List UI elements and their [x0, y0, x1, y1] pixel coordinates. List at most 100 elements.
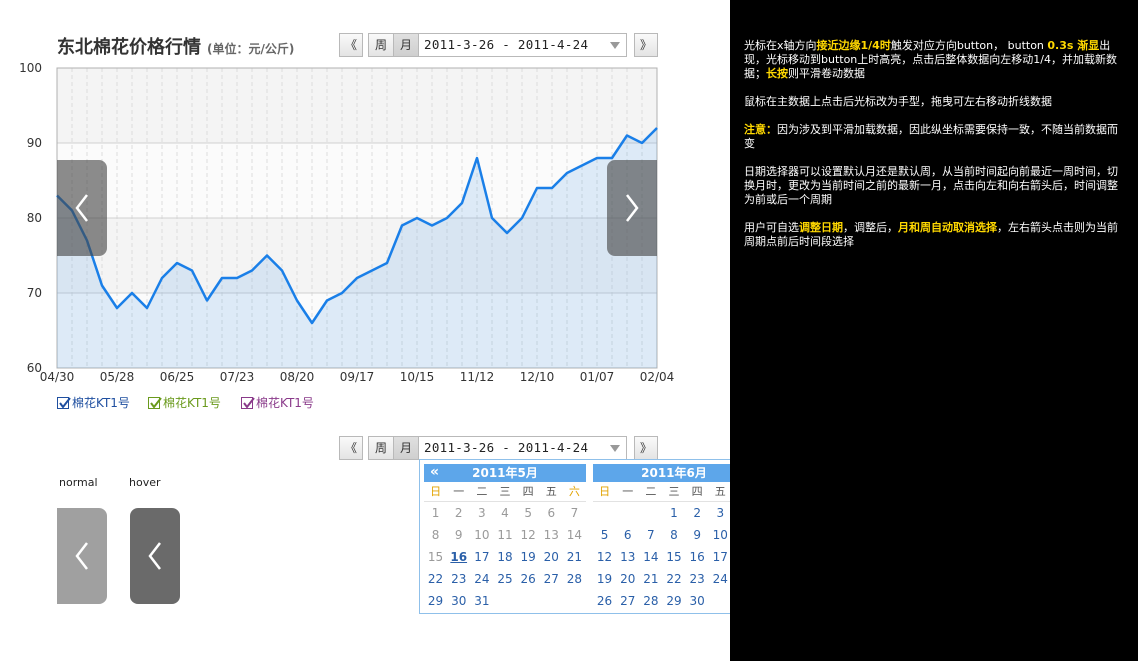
checkbox-icon[interactable] — [241, 397, 255, 409]
weekday-label: 五 — [714, 485, 726, 498]
calendar-day[interactable]: 2 — [686, 502, 709, 524]
calendar-day[interactable]: 2 — [447, 502, 470, 524]
normal-state-button[interactable] — [57, 508, 107, 604]
calendar-day[interactable]: 21 — [639, 568, 662, 590]
calendar-day[interactable]: 31 — [470, 590, 493, 612]
checkbox-icon[interactable] — [148, 397, 162, 409]
calendar-week-row: 29 30 31 — [424, 590, 586, 612]
calendar-day[interactable]: 14 — [639, 546, 662, 568]
calendar-day[interactable]: 1 — [424, 502, 447, 524]
weekday-label: 日 — [599, 485, 611, 498]
scroll-right-button[interactable] — [607, 160, 657, 256]
normal-state-label: normal — [59, 476, 98, 489]
calendar-day[interactable]: 16 — [686, 546, 709, 568]
legend-label: 棉花KT1号 — [163, 396, 221, 410]
calendar-day[interactable]: 11 — [493, 524, 516, 546]
chevron-down-icon — [610, 445, 620, 452]
y-tick-label: 90 — [27, 136, 42, 150]
calendar-day[interactable]: 9 — [447, 524, 470, 546]
calendar-day[interactable]: 14 — [563, 524, 586, 546]
calendar-day[interactable]: 19 — [517, 546, 540, 568]
calendar-day[interactable]: 25 — [493, 568, 516, 590]
legend-label: 棉花KT1号 — [72, 396, 130, 410]
note-2: 鼠标在主数据上点击后光标改为手型，拖曳可左右移动折线数据 — [744, 95, 1052, 108]
note-highlight: 月和周自动取消选择 — [898, 221, 997, 234]
calendar-day[interactable]: 15 — [662, 546, 685, 568]
calendar-day[interactable]: 3 — [470, 502, 493, 524]
calendar-day[interactable]: 5 — [593, 524, 616, 546]
calendar-day[interactable]: 6 — [616, 524, 639, 546]
calendar-day[interactable]: 12 — [593, 546, 616, 568]
note-highlight: 注意： — [744, 123, 777, 136]
calendar-day[interactable]: 6 — [540, 502, 563, 524]
calendar-day[interactable]: 24 — [709, 568, 732, 590]
chevron-left-icon — [75, 542, 88, 570]
calendar-day[interactable]: 26 — [593, 590, 616, 612]
month-toggle-button[interactable]: 月 — [393, 436, 419, 460]
chevron-left-icon — [75, 194, 88, 222]
note-text: 则平滑卷动数据 — [788, 67, 865, 80]
calendar-day[interactable]: 13 — [540, 524, 563, 546]
calendar-day[interactable]: 3 — [709, 502, 732, 524]
calendar-day[interactable]: 7 — [563, 502, 586, 524]
calendar-day[interactable]: 1 — [662, 502, 685, 524]
calendar-day[interactable]: 16 — [447, 546, 470, 568]
calendar-day[interactable]: 26 — [517, 568, 540, 590]
calendar-day[interactable]: 13 — [616, 546, 639, 568]
weekday-label: 六 — [568, 485, 580, 498]
calendar-day[interactable]: 10 — [709, 524, 732, 546]
date-range-select[interactable]: 2011-3-26 - 2011-4-24 — [418, 436, 627, 460]
calendar-day[interactable]: 24 — [470, 568, 493, 590]
calendar-day[interactable]: 17 — [709, 546, 732, 568]
calendar-week-row: 15 16 17 18 19 20 21 — [424, 546, 586, 568]
legend-item-2[interactable]: 棉花KT1号 — [148, 394, 221, 411]
calendar-empty-cell — [563, 590, 586, 612]
calendar-day[interactable]: 20 — [540, 546, 563, 568]
weekday-row: 日一二三四五六 — [424, 482, 586, 502]
calendar-day[interactable]: 17 — [470, 546, 493, 568]
calendar-day[interactable]: 21 — [563, 546, 586, 568]
prev-period-button[interactable]: 《 — [339, 436, 363, 460]
calendar-day[interactable]: 28 — [639, 590, 662, 612]
calendar-day[interactable]: 7 — [639, 524, 662, 546]
calendar-day[interactable]: 27 — [540, 568, 563, 590]
calendar-empty-cell — [593, 502, 616, 524]
calendar-day[interactable]: 28 — [563, 568, 586, 590]
calendar-day[interactable]: 23 — [447, 568, 470, 590]
calendar-day[interactable]: 8 — [424, 524, 447, 546]
calendar-day[interactable]: 10 — [470, 524, 493, 546]
x-tick-label: 05/28 — [100, 370, 135, 384]
calendar-day[interactable]: 27 — [616, 590, 639, 612]
checkbox-icon[interactable] — [57, 397, 71, 409]
calendar-day[interactable]: 19 — [593, 568, 616, 590]
calendar-day[interactable]: 5 — [517, 502, 540, 524]
calendar-day[interactable]: 20 — [616, 568, 639, 590]
scroll-left-button[interactable] — [57, 160, 107, 256]
note-highlight: 接近边缘1/4时 — [816, 39, 891, 52]
x-tick-label: 04/30 — [40, 370, 75, 384]
weekday-label: 五 — [545, 485, 557, 498]
prev-month-icon[interactable]: « — [430, 464, 439, 481]
calendar-day[interactable]: 8 — [662, 524, 685, 546]
legend-item-3[interactable]: 棉花KT1号 — [241, 394, 314, 411]
weekday-label: 日 — [430, 485, 442, 498]
calendar-day[interactable]: 30 — [447, 590, 470, 612]
calendar-day[interactable]: 12 — [517, 524, 540, 546]
calendar-day[interactable]: 15 — [424, 546, 447, 568]
hover-state-button[interactable] — [130, 508, 180, 604]
calendar-day[interactable]: 9 — [686, 524, 709, 546]
calendar-day[interactable]: 22 — [662, 568, 685, 590]
calendar-day[interactable]: 18 — [493, 546, 516, 568]
legend-item-1[interactable]: 棉花KT1号 — [57, 394, 130, 411]
calendar-empty-cell — [517, 590, 540, 612]
calendar-day[interactable]: 4 — [493, 502, 516, 524]
calendar-day[interactable]: 29 — [662, 590, 685, 612]
week-toggle-button[interactable]: 周 — [368, 436, 394, 460]
next-period-button[interactable]: 》 — [634, 436, 658, 460]
calendar-title: 2011年5月 — [472, 466, 538, 480]
calendar-day[interactable]: 23 — [686, 568, 709, 590]
calendar-day[interactable]: 29 — [424, 590, 447, 612]
calendar-title: 2011年6月 — [641, 466, 707, 480]
calendar-day[interactable]: 22 — [424, 568, 447, 590]
calendar-day[interactable]: 30 — [686, 590, 709, 612]
